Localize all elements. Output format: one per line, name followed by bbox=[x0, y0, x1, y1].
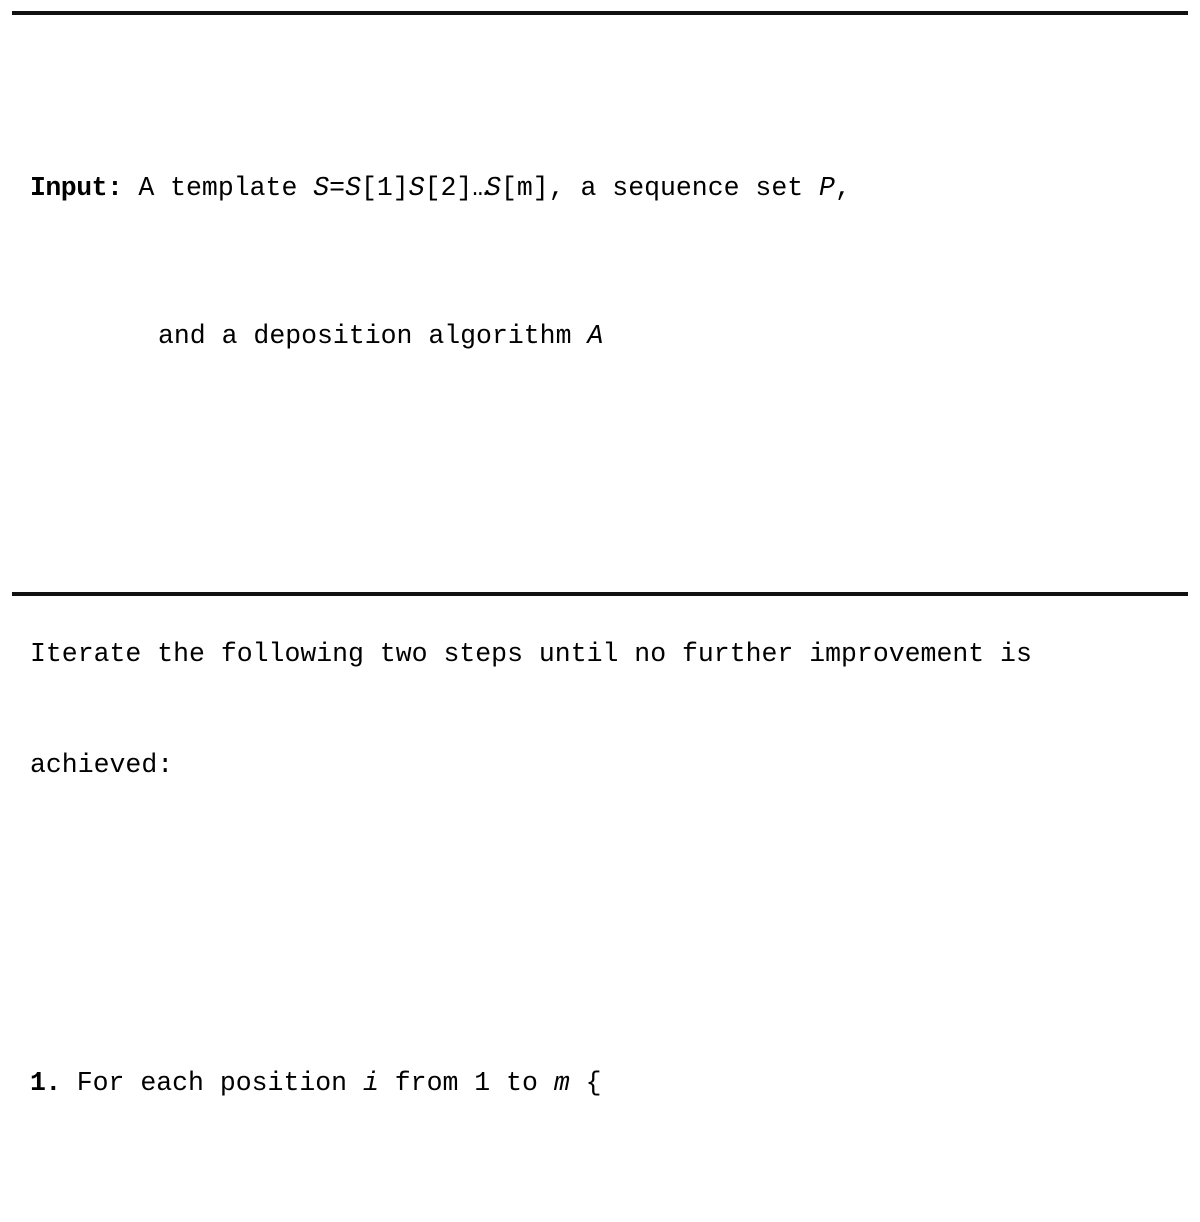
input-bracket-1: [1] bbox=[360, 173, 409, 203]
input-line2-text: and a deposition algorithm bbox=[158, 321, 588, 351]
input-var-S2: S bbox=[408, 173, 425, 203]
iterate-line-1: Iterate the following two steps until no… bbox=[30, 639, 1032, 669]
input-var-S1: S bbox=[345, 173, 361, 203]
algorithm-body: Input: A template S=S[1]S[2]…S[m], a seq… bbox=[30, 22, 1180, 1222]
input-bracket-2: [2] bbox=[424, 173, 473, 203]
iterate-line-2: achieved: bbox=[30, 750, 174, 780]
step-1-line: 1. For each position i from 1 to m { bbox=[30, 1065, 1180, 1102]
step-1-text-c: { bbox=[569, 1068, 602, 1098]
step-1-var-i: i bbox=[362, 1068, 379, 1098]
input-var-P: P bbox=[819, 173, 835, 203]
input-ellipsis: … bbox=[472, 173, 488, 203]
input-bracket-3: [m] bbox=[500, 173, 549, 203]
step-1-number: 1. bbox=[30, 1068, 61, 1098]
algorithm-figure: Input: A template S=S[1]S[2]…S[m], a seq… bbox=[0, 0, 1200, 1098]
input-var-S3: S bbox=[485, 173, 501, 203]
input-line-1: Input: A template S=S[1]S[2]…S[m], a seq… bbox=[30, 170, 1180, 207]
input-var-S: S bbox=[313, 173, 330, 203]
input-var-A: A bbox=[587, 321, 604, 351]
step-1-text-a: For each position bbox=[60, 1068, 363, 1098]
top-rule bbox=[12, 11, 1188, 15]
input-text-a: A template bbox=[122, 173, 314, 203]
step-1-text-b: from 1 to bbox=[378, 1068, 554, 1098]
input-line-2: and a deposition algorithm A bbox=[30, 318, 1180, 355]
input-text-c: , a sequence set bbox=[548, 173, 820, 203]
step-1-var-m: m bbox=[553, 1068, 570, 1098]
input-eq: = bbox=[329, 173, 346, 203]
input-keyword: Input: bbox=[30, 173, 123, 203]
input-comma: , bbox=[834, 173, 851, 203]
